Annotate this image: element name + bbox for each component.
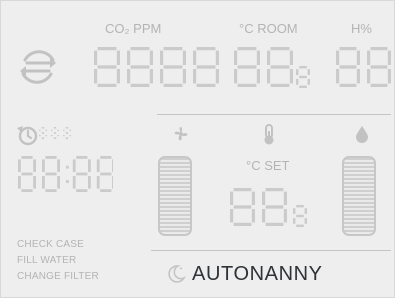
fill-water-warning: FILL WATER (17, 255, 77, 266)
moon-icon[interactable] (166, 264, 186, 284)
room-temp-decimal-digit (296, 66, 311, 88)
co2-ppm-digits (93, 46, 220, 88)
sync-icon[interactable] (17, 46, 59, 88)
set-temp-digits (229, 187, 288, 227)
fan-icon (174, 127, 188, 141)
set-temp-decimal-digit (293, 205, 308, 227)
humidity-label: H% (351, 21, 372, 36)
clock-digits (18, 156, 113, 192)
brand-name: AUTONANNY (192, 263, 323, 285)
water-level-gauge (342, 156, 376, 236)
device-display-panel: CO₂ PPM °C ROOM H% °C SET CHECK CASE FIL… (0, 0, 395, 298)
change-filter-warning: CHANGE FILTER (17, 271, 99, 282)
divider-bottom (151, 250, 391, 251)
thermometer-icon (264, 124, 274, 145)
humidity-digits (335, 46, 392, 88)
check-case-warning: CHECK CASE (17, 239, 85, 250)
room-temp-digits (233, 46, 294, 88)
co2-ppm-label: CO₂ PPM (105, 21, 162, 36)
set-temp-label: °C SET (246, 158, 290, 173)
water-drop-icon (356, 126, 368, 143)
room-temp-label: °C ROOM (239, 21, 298, 36)
timer-small-digits (38, 126, 72, 139)
divider-top (157, 114, 391, 115)
fan-level-gauge (158, 156, 192, 236)
timer-icon[interactable] (17, 124, 39, 146)
